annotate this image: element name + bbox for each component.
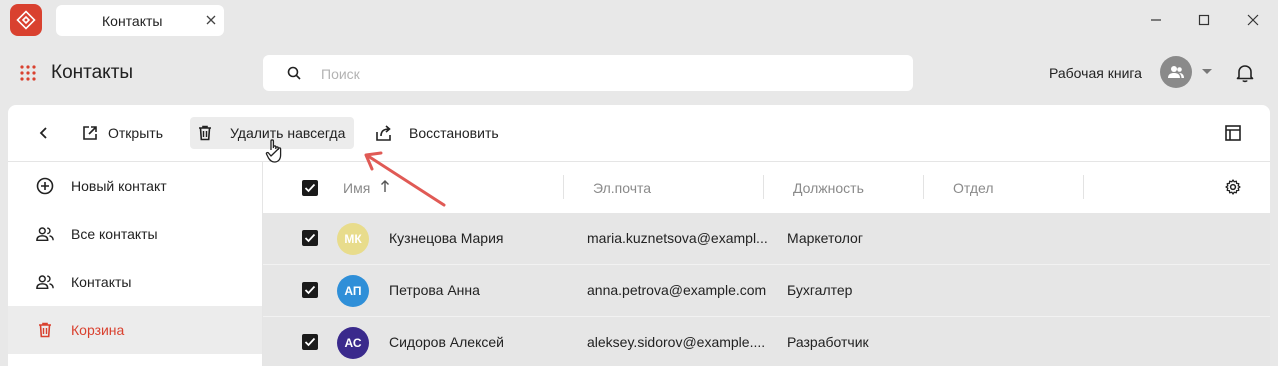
trash-icon <box>36 321 54 339</box>
delete-forever-label: Удалить навсегда <box>230 125 346 141</box>
contact-name: Петрова Анна <box>389 282 480 298</box>
sidebar-item-trash[interactable]: Корзина <box>8 306 262 354</box>
gear-icon[interactable] <box>1225 179 1241 200</box>
contact-name: Кузнецова Мария <box>389 230 504 246</box>
column-header-email[interactable]: Эл.почта <box>593 180 651 196</box>
tab-title: Контакты <box>102 13 163 29</box>
search-input[interactable] <box>319 63 883 85</box>
column-divider[interactable] <box>763 175 764 199</box>
avatar: АС <box>337 327 369 359</box>
row-checkbox[interactable] <box>302 230 318 246</box>
sidebar: Новый контакт Все контакты Контакты Корз… <box>8 162 263 366</box>
apps-grid-icon[interactable] <box>20 65 36 81</box>
avatar: АП <box>337 275 369 307</box>
add-circle-icon <box>36 177 54 195</box>
check-icon <box>304 233 316 243</box>
table-row[interactable]: АП Петрова Анна anna.petrova@example.com… <box>263 265 1270 317</box>
column-divider[interactable] <box>1083 175 1084 199</box>
trash-icon <box>199 125 211 141</box>
chevron-left-icon <box>39 127 47 139</box>
app-header: Контакты Рабочая книга <box>0 40 1278 104</box>
column-divider[interactable] <box>563 175 564 199</box>
contacts-table: Имя Эл.почта Должность Отдел МК Кузнецов… <box>263 162 1270 366</box>
main-panel: Открыть Удалить навсегда Восстановить Но… <box>8 105 1270 366</box>
sort-ascending-icon[interactable] <box>380 179 390 198</box>
app-logo-icon <box>10 4 42 36</box>
row-checkbox[interactable] <box>302 282 318 298</box>
people-icon <box>36 225 54 243</box>
check-icon <box>304 183 316 193</box>
select-all-checkbox[interactable] <box>302 180 318 196</box>
row-checkbox[interactable] <box>302 334 318 350</box>
check-icon <box>304 337 316 347</box>
sidebar-item-label: Корзина <box>71 322 125 338</box>
page-title: Контакты <box>51 62 134 83</box>
search-box[interactable] <box>263 55 913 91</box>
open-button[interactable]: Открыть <box>82 117 163 149</box>
contact-email: aleksey.sidorov@example.... <box>587 334 766 350</box>
layout-toggle-button[interactable] <box>1224 117 1242 149</box>
workbook-label[interactable]: Рабочая книга <box>1049 65 1142 81</box>
contact-email: anna.petrova@example.com <box>587 282 767 298</box>
sidebar-item-new-contact[interactable]: Новый контакт <box>8 162 262 210</box>
contact-email: maria.kuznetsova@exampl... <box>587 230 768 246</box>
title-bar: Контакты <box>0 0 1278 40</box>
restore-button[interactable]: Восстановить <box>375 117 499 149</box>
sidebar-item-label: Все контакты <box>71 226 158 242</box>
check-icon <box>304 285 316 295</box>
user-avatar[interactable] <box>1160 56 1192 88</box>
people-icon <box>36 273 54 291</box>
sidebar-item-contacts[interactable]: Контакты <box>8 258 262 306</box>
avatar: МК <box>337 223 369 255</box>
contact-position: Бухгалтер <box>787 282 853 298</box>
minimize-button[interactable] <box>1144 8 1168 32</box>
open-label: Открыть <box>108 125 163 141</box>
contact-name: Сидоров Алексей <box>389 334 504 350</box>
chevron-down-icon[interactable] <box>1202 69 1212 74</box>
column-header-position[interactable]: Должность <box>793 180 864 196</box>
panel-layout-icon <box>1225 125 1241 141</box>
search-icon <box>287 66 301 80</box>
bell-icon[interactable] <box>1236 63 1254 83</box>
column-header-name[interactable]: Имя <box>343 180 370 196</box>
table-row[interactable]: МК Кузнецова Мария maria.kuznetsova@exam… <box>263 213 1270 265</box>
back-button[interactable] <box>34 117 54 149</box>
table-header: Имя Эл.почта Должность Отдел <box>263 162 1270 213</box>
tab-contacts[interactable]: Контакты <box>56 5 224 36</box>
column-header-department[interactable]: Отдел <box>953 180 994 196</box>
hand-cursor-icon <box>265 138 287 164</box>
close-window-button[interactable] <box>1241 8 1265 32</box>
restore-label: Восстановить <box>409 125 499 141</box>
maximize-button[interactable] <box>1192 8 1216 32</box>
toolbar: Открыть Удалить навсегда Восстановить <box>8 105 1270 162</box>
close-tab-icon[interactable] <box>204 13 218 27</box>
contact-position: Разработчик <box>787 334 869 350</box>
open-external-icon <box>83 126 97 140</box>
sidebar-item-label: Новый контакт <box>71 178 167 194</box>
sidebar-item-label: Контакты <box>71 274 132 290</box>
contact-position: Маркетолог <box>787 230 863 246</box>
restore-icon <box>376 125 391 141</box>
table-row[interactable]: АС Сидоров Алексей aleksey.sidorov@examp… <box>263 317 1270 366</box>
column-divider[interactable] <box>923 175 924 199</box>
sidebar-item-all-contacts[interactable]: Все контакты <box>8 210 262 258</box>
